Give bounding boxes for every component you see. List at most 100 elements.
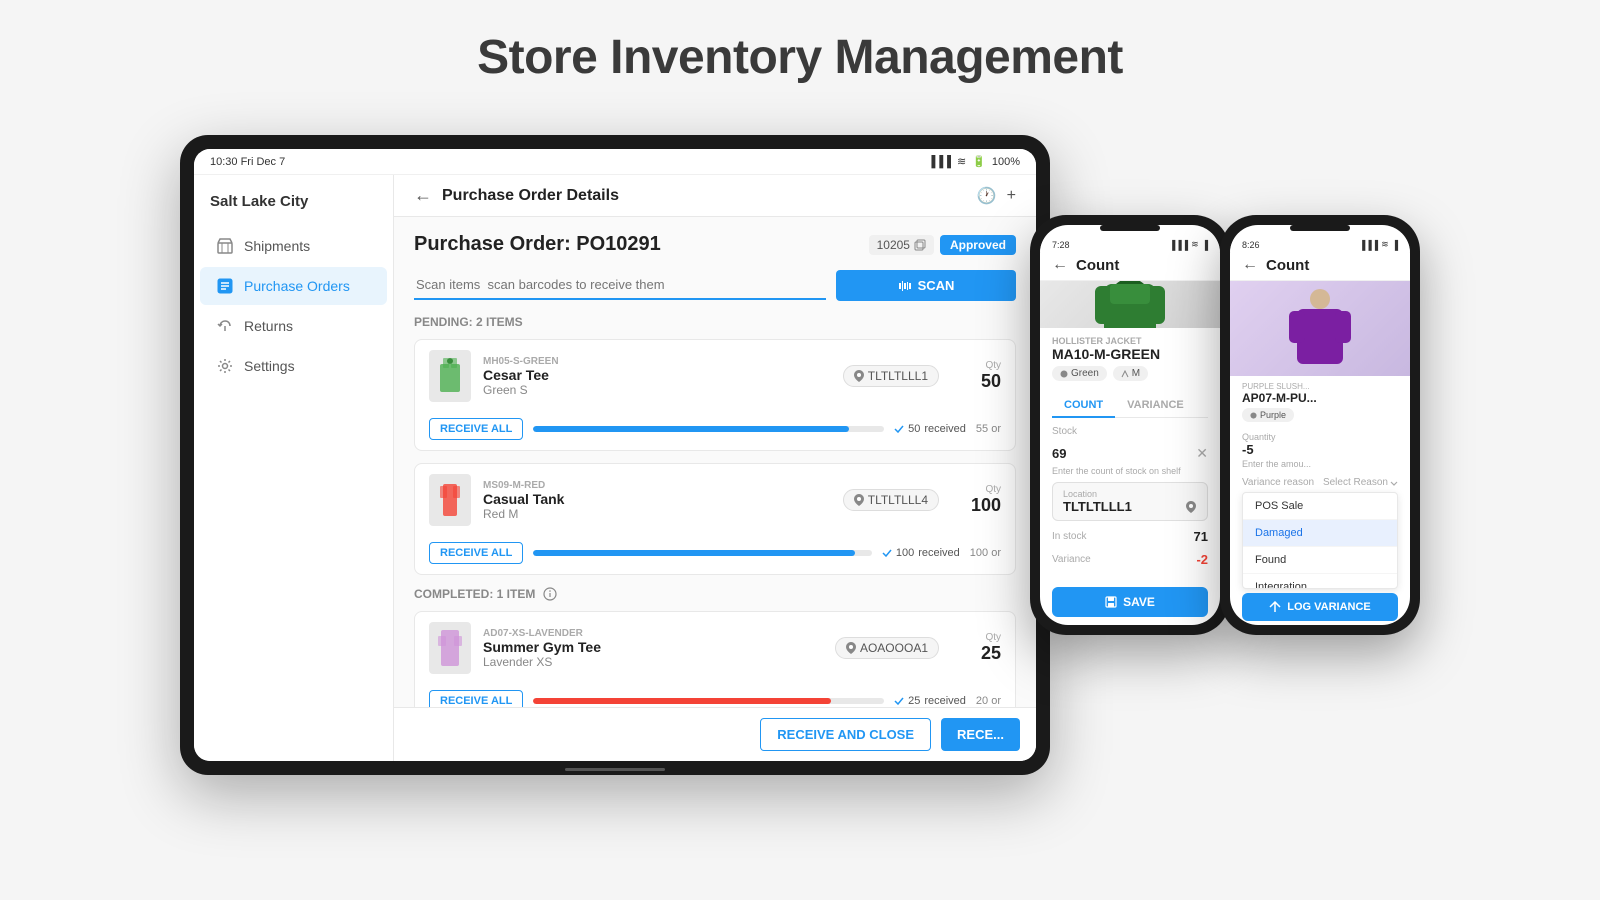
- battery-level: 100%: [992, 156, 1020, 168]
- phone2-variance-label: Variance reason: [1242, 477, 1314, 488]
- sidebar-item-returns[interactable]: Returns: [200, 307, 387, 345]
- item-sku-completed-1: AD07-XS-LAVENDER: [483, 628, 823, 639]
- list-icon: [216, 277, 234, 295]
- scan-button[interactable]: SCAN: [836, 270, 1016, 301]
- item-card-completed-1: AD07-XS-LAVENDER Summer Gym Tee Lavender…: [414, 611, 1016, 707]
- pending-section-label: PENDING: 2 ITEMS: [414, 315, 1016, 329]
- received-extra-2: 100 or: [970, 547, 1001, 559]
- return-icon: [216, 317, 234, 335]
- phone2-product-tags: Purple: [1242, 408, 1398, 422]
- tablet-body: Salt Lake City Shipments: [194, 175, 1036, 761]
- phone2-notch: [1290, 225, 1350, 231]
- back-button[interactable]: ←: [414, 185, 432, 206]
- battery-icon: 🔋: [972, 155, 986, 168]
- phone1-time: 7:28: [1052, 240, 1070, 250]
- phone2-log-variance-button[interactable]: LOG VARIANCE: [1242, 593, 1398, 621]
- phone1-product-name: MA10-M-GREEN: [1052, 346, 1208, 362]
- phone2-dropdown-menu: POS Sale Damaged Found Integration Adjus…: [1242, 492, 1398, 589]
- phone1-status-bar: 7:28 ▐▐▐ ≋ ▐: [1040, 233, 1220, 252]
- phone1-tab-variance[interactable]: VARIANCE: [1115, 393, 1196, 417]
- receive-all-btn-2[interactable]: RECEIVE ALL: [429, 542, 523, 564]
- phone1-location-input[interactable]: Location TLTLTLLL1: [1052, 482, 1208, 521]
- item-qty-completed-1: Qty 25: [951, 632, 1001, 664]
- signal-icon: ▐▐▐: [928, 156, 951, 168]
- progress-track-1: [533, 426, 884, 432]
- phone2-product-category: PURPLE SLUSH...: [1242, 382, 1398, 391]
- phone2-qty-value: -5: [1242, 442, 1398, 457]
- phone2-product-info: PURPLE SLUSH... AP07-M-PU... Purple: [1230, 376, 1410, 428]
- dropdown-item-pos-sale[interactable]: POS Sale: [1243, 493, 1397, 520]
- phone2-wifi: ≋: [1381, 239, 1389, 250]
- phone2-header: ← Count: [1230, 252, 1410, 281]
- received-text-completed-1: 25 received: [894, 695, 966, 707]
- phone1-save-button[interactable]: SAVE: [1052, 587, 1208, 617]
- phone2-variance-reason-row: Variance reason Select Reason: [1230, 473, 1410, 492]
- phone1-instock-value: 71: [1194, 529, 1208, 544]
- phone1-variance-label: Variance: [1052, 554, 1091, 565]
- phone1-location-value: TLTLTLLL1: [1063, 499, 1197, 514]
- wifi-icon: ≋: [957, 155, 966, 168]
- bottom-bar: RECEIVE AND CLOSE RECE...: [394, 707, 1036, 761]
- phone2-variance-select[interactable]: Select Reason: [1323, 477, 1398, 488]
- phone1-wifi: ≋: [1191, 239, 1199, 250]
- po-number-badge: 10205: [869, 235, 934, 255]
- receive-all-btn-1[interactable]: RECEIVE ALL: [429, 418, 523, 440]
- phone1-location-label: Location: [1063, 489, 1197, 499]
- tablet-device: 10:30 Fri Dec 7 ▐▐▐ ≋ 🔋 100% Salt Lake C…: [180, 135, 1050, 775]
- sidebar-label-shipments: Shipments: [244, 238, 310, 254]
- completed-section-label: COMPLETED: 1 ITEM: [414, 587, 1016, 601]
- item-progress-row-2: RECEIVE ALL 100 received 100 or: [415, 536, 1015, 574]
- item-details-1: MH05-S-GREEN Cesar Tee Green S: [483, 356, 831, 397]
- item-variant-1: Green S: [483, 383, 831, 397]
- phone1-close-icon[interactable]: ✕: [1196, 445, 1208, 462]
- tablet-status-bar: 10:30 Fri Dec 7 ▐▐▐ ≋ 🔋 100%: [194, 149, 1036, 175]
- box-icon: [216, 237, 234, 255]
- phone2-count-section: Quantity -5 Enter the amou...: [1230, 428, 1410, 473]
- phone1-size-tag: M: [1113, 366, 1148, 381]
- phone1-signal: ▐▐▐: [1169, 240, 1188, 250]
- receive-btn-main[interactable]: RECE...: [941, 718, 1020, 751]
- item-qty-1: Qty 50: [951, 360, 1001, 392]
- item-card-2: MS09-M-RED Casual Tank Red M TLTLTLLL4 Q…: [414, 463, 1016, 575]
- po-badges: 10205 Approved: [869, 235, 1016, 255]
- sidebar-item-settings[interactable]: Settings: [200, 347, 387, 385]
- po-status-badge: Approved: [940, 235, 1016, 255]
- phone1-product-tags: Green M: [1052, 366, 1208, 381]
- po-header-row: Purchase Order: PO10291 10205 Approved: [414, 233, 1016, 256]
- phone2-status-bar: 8:26 ▐▐▐ ≋ ▐: [1230, 233, 1410, 252]
- item-sku-2: MS09-M-RED: [483, 480, 831, 491]
- phone1-product-category: HOLLISTER JACKET: [1052, 336, 1208, 346]
- scan-input[interactable]: [414, 271, 826, 300]
- dropdown-item-integration[interactable]: Integration: [1243, 574, 1397, 589]
- received-text-1: 50 received: [894, 423, 966, 435]
- phone1-variance-value: -2: [1196, 552, 1208, 567]
- dropdown-item-damaged[interactable]: Damaged: [1243, 520, 1397, 547]
- tablet-screen: 10:30 Fri Dec 7 ▐▐▐ ≋ 🔋 100% Salt Lake C…: [194, 149, 1036, 761]
- tablet-home-indicator: [565, 768, 665, 771]
- phone1-stock-value: 69: [1052, 446, 1066, 461]
- phone1-stock-row: Stock: [1052, 426, 1208, 437]
- po-title: Purchase Order: PO10291: [414, 233, 661, 256]
- receive-and-close-btn[interactable]: RECEIVE AND CLOSE: [760, 718, 931, 751]
- sidebar-item-purchase-orders[interactable]: Purchase Orders: [200, 267, 387, 305]
- item-qty-2: Qty 100: [951, 484, 1001, 516]
- dropdown-item-found[interactable]: Found: [1243, 547, 1397, 574]
- item-details-completed-1: AD07-XS-LAVENDER Summer Gym Tee Lavender…: [483, 628, 823, 669]
- phone2-battery: ▐: [1392, 240, 1398, 250]
- receive-all-btn-completed-1[interactable]: RECEIVE ALL: [429, 690, 523, 707]
- phone1-tab-count[interactable]: COUNT: [1052, 393, 1115, 417]
- phone2-back-button[interactable]: ←: [1242, 256, 1258, 274]
- item-row-1: MH05-S-GREEN Cesar Tee Green S TLTLTLLL1: [415, 340, 1015, 412]
- sidebar-item-shipments[interactable]: Shipments: [200, 227, 387, 265]
- sidebar-label-settings: Settings: [244, 358, 295, 374]
- phone1-back-button[interactable]: ←: [1052, 256, 1068, 274]
- add-icon[interactable]: +: [1007, 187, 1016, 205]
- item-card-1: MH05-S-GREEN Cesar Tee Green S TLTLTLLL1: [414, 339, 1016, 451]
- gear-icon: [216, 357, 234, 375]
- header-title: Purchase Order Details: [442, 187, 967, 205]
- main-content: ← Purchase Order Details 🕐 + Purchase Or…: [394, 175, 1036, 761]
- phone1-instock-row: In stock 71: [1052, 529, 1208, 544]
- phone2-input-hint: Enter the amou...: [1242, 459, 1398, 469]
- phone2-screen: 8:26 ▐▐▐ ≋ ▐ ← Count: [1230, 225, 1410, 625]
- clock-icon[interactable]: 🕐: [977, 186, 997, 206]
